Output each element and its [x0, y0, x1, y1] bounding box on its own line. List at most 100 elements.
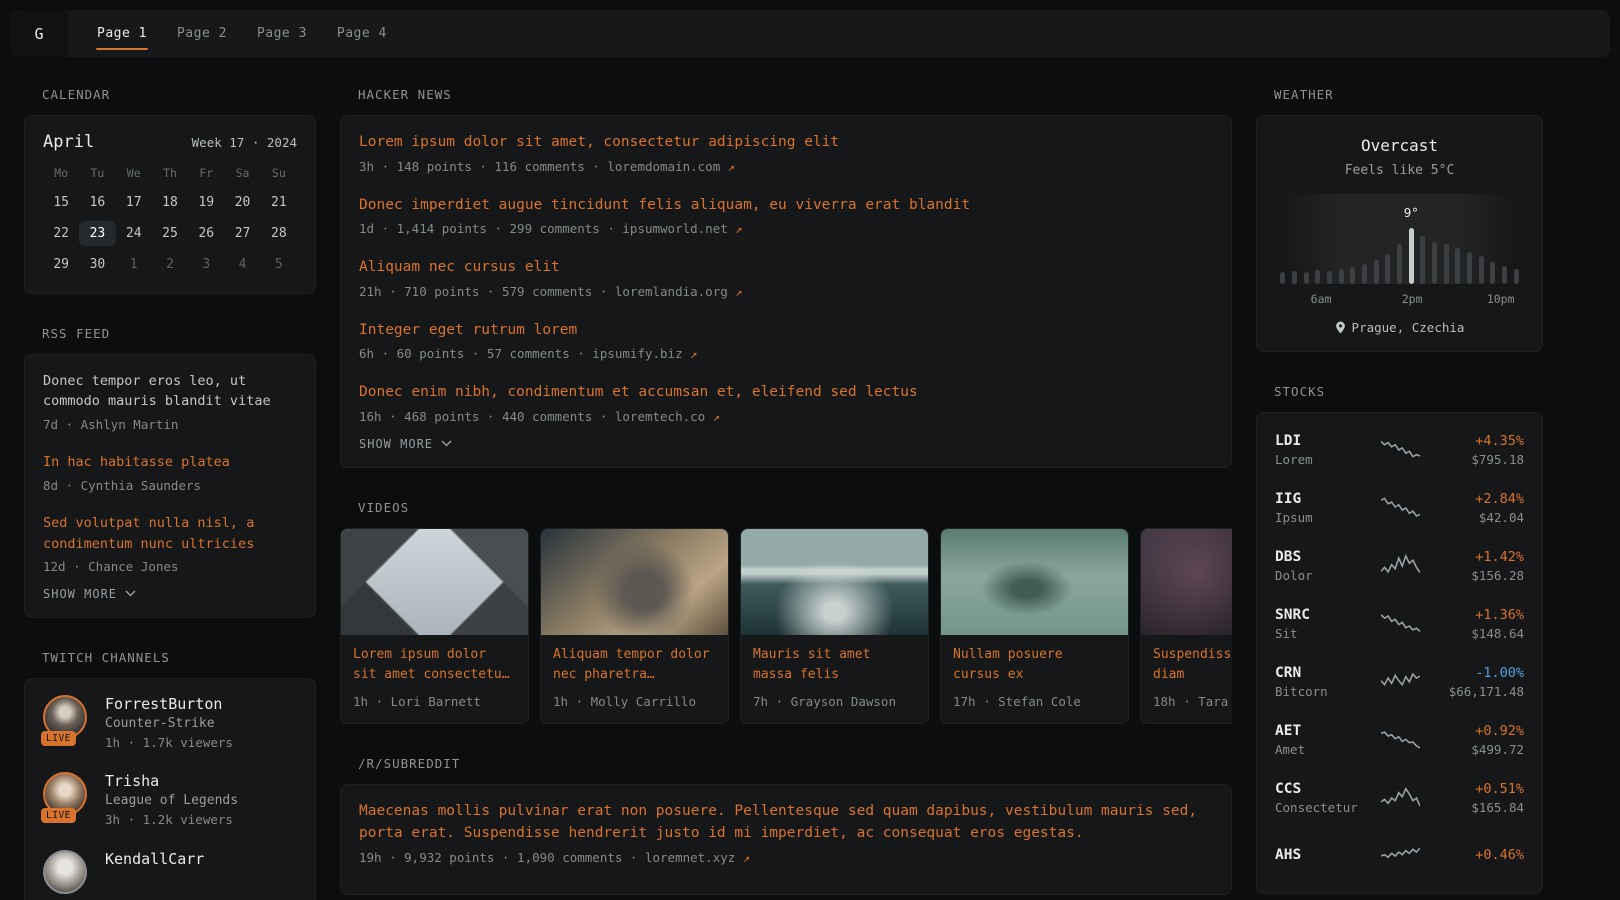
- rss-card: Donec tempor eros leo, ut commodo mauris…: [24, 354, 316, 618]
- calendar-day-today: 23: [79, 221, 115, 246]
- video-title[interactable]: Suspendisse volutpat diam: [1153, 645, 1232, 685]
- video-thumbnail[interactable]: [741, 529, 928, 635]
- weather-hour-column: [1499, 266, 1511, 284]
- calendar-day: 21: [261, 190, 297, 215]
- channel-meta: 3h · 1.2k viewers: [105, 811, 238, 830]
- calendar-weekday: Th: [152, 166, 188, 184]
- app-logo[interactable]: G: [10, 10, 68, 57]
- rss-item: Sed volutpat nulla nisl, a condimentum n…: [43, 513, 297, 576]
- stock-row[interactable]: AHS +0.46%: [1273, 827, 1526, 885]
- tab-page-4[interactable]: Page 4: [322, 10, 402, 57]
- calendar-day: 3: [188, 252, 224, 277]
- weather-bar: [1455, 248, 1460, 284]
- calendar-day: 17: [116, 190, 152, 215]
- video-meta: 1h · Lori Barnett: [353, 693, 516, 712]
- video-thumbnail[interactable]: [541, 529, 728, 635]
- hn-item: Donec imperdiet augue tincidunt felis al…: [359, 195, 1213, 240]
- calendar-header: April Week 17 · 2024: [43, 132, 297, 152]
- stock-ticker: DBS: [1275, 549, 1369, 565]
- video-card[interactable]: Aliquam tempor dolor nec pharetra… 1h · …: [540, 528, 729, 725]
- stock-row[interactable]: IIG Ipsum +2.84% $42.04: [1273, 479, 1526, 537]
- video-thumbnail[interactable]: [941, 529, 1128, 635]
- twitch-channel[interactable]: LIVE Trisha League of Legends 3h · 1.2k …: [43, 772, 297, 830]
- stock-row[interactable]: CRN Bitcorn -1.00% $66,171.48: [1273, 653, 1526, 711]
- left-column: CALENDAR April Week 17 · 2024 MoTuWeThFr…: [24, 87, 316, 900]
- calendar-day: 16: [79, 190, 115, 215]
- rss-show-more-button[interactable]: SHOW MORE: [43, 587, 136, 601]
- stock-name: Amet: [1275, 742, 1369, 757]
- stock-name: Sit: [1275, 626, 1369, 641]
- hn-item-title[interactable]: Donec enim nibh, condimentum et accumsan…: [359, 382, 1213, 404]
- chevron-down-icon: [125, 590, 136, 597]
- avatar: LIVE: [43, 772, 91, 820]
- stock-change: -1.00%: [1432, 665, 1524, 681]
- video-card[interactable]: Mauris sit amet massa felis 7h · Grayson…: [740, 528, 929, 725]
- subreddit-item: Maecenas mollis pulvinar erat non posuer…: [359, 801, 1213, 867]
- video-title[interactable]: Aliquam tempor dolor nec pharetra…: [553, 645, 716, 685]
- weather-bar: [1292, 271, 1297, 284]
- rss-item-title[interactable]: In hac habitasse platea: [43, 452, 297, 472]
- hn-item-title[interactable]: Donec imperdiet augue tincidunt felis al…: [359, 195, 1213, 217]
- calendar-day: 1: [116, 252, 152, 277]
- video-card[interactable]: Lorem ipsum dolor sit amet consectetu… 1…: [340, 528, 529, 725]
- rss-item-title[interactable]: Donec tempor eros leo, ut commodo mauris…: [43, 371, 297, 412]
- video-card[interactable]: Suspendisse volutpat diam 18h · Tara: [1140, 528, 1232, 725]
- weather-card: Overcast Feels like 5°C 9° 6am2pm10pm Pr…: [1256, 115, 1543, 352]
- stock-sparkline: [1381, 665, 1420, 699]
- weather-bar: [1409, 228, 1414, 284]
- weather-bar: [1432, 242, 1437, 284]
- stock-row[interactable]: SNRC Sit +1.36% $148.64: [1273, 595, 1526, 653]
- hn-show-more-button[interactable]: SHOW MORE: [359, 437, 452, 451]
- video-meta: 18h · Tara: [1153, 693, 1232, 712]
- calendar-month: April: [43, 132, 94, 152]
- rss-widget: RSS FEED Donec tempor eros leo, ut commo…: [24, 326, 316, 618]
- weather-hour-column: [1429, 242, 1441, 284]
- weather-hour-column: [1487, 262, 1499, 284]
- calendar-weekday: Sa: [224, 166, 260, 184]
- stock-sparkline: [1381, 549, 1420, 583]
- hn-item-meta: 1d · 1,414 points · 299 comments · ipsum…: [359, 220, 1213, 239]
- calendar-grid: MoTuWeThFrSaSu15161718192021222324252627…: [43, 166, 297, 277]
- tab-page-1[interactable]: Page 1: [82, 10, 162, 57]
- calendar-day: 4: [224, 252, 260, 277]
- weather-time-label: 2pm: [1402, 292, 1423, 306]
- stock-row[interactable]: DBS Dolor +1.42% $156.28: [1273, 537, 1526, 595]
- stock-name: Consectetur: [1275, 800, 1369, 815]
- stock-ticker: IIG: [1275, 491, 1369, 507]
- hackernews-widget: HACKER NEWS Lorem ipsum dolor sit amet, …: [340, 87, 1232, 468]
- stock-change: +1.42%: [1432, 549, 1524, 565]
- hn-item-title[interactable]: Lorem ipsum dolor sit amet, consectetur …: [359, 132, 1213, 154]
- video-thumbnail[interactable]: [1141, 529, 1232, 635]
- weather-bar: [1397, 244, 1402, 284]
- channel-name[interactable]: Trisha: [105, 772, 238, 790]
- tab-page-3[interactable]: Page 3: [242, 10, 322, 57]
- stock-row[interactable]: LDI Lorem +4.35% $795.18: [1273, 421, 1526, 479]
- weather-bar: [1479, 256, 1484, 284]
- channel-name[interactable]: KendallCarr: [105, 850, 204, 868]
- weather-hour-column: [1475, 256, 1487, 284]
- channel-name[interactable]: ForrestBurton: [105, 695, 233, 713]
- video-card[interactable]: Nullam posuere cursus ex 17h · Stefan Co…: [940, 528, 1129, 725]
- stock-row[interactable]: CCS Consectetur +0.51% $165.84: [1273, 769, 1526, 827]
- calendar-day: 28: [261, 221, 297, 246]
- external-link-icon: ↗: [735, 222, 742, 236]
- twitch-channel[interactable]: LIVE ForrestBurton Counter-Strike 1h · 1…: [43, 695, 297, 753]
- video-title[interactable]: Mauris sit amet massa felis: [753, 645, 916, 685]
- twitch-channel[interactable]: KendallCarr: [43, 850, 297, 898]
- stocks-widget: STOCKS LDI Lorem +4.35% $795.18 IIG: [1256, 384, 1543, 894]
- hn-item-title[interactable]: Aliquam nec cursus elit: [359, 257, 1213, 279]
- hn-show-more-label: SHOW MORE: [359, 437, 433, 451]
- video-title[interactable]: Lorem ipsum dolor sit amet consectetu…: [353, 645, 516, 685]
- video-title[interactable]: Nullam posuere cursus ex: [953, 645, 1116, 685]
- rss-item-title[interactable]: Sed volutpat nulla nisl, a condimentum n…: [43, 513, 297, 554]
- calendar-weekday: Tu: [79, 166, 115, 184]
- hn-item: Donec enim nibh, condimentum et accumsan…: [359, 382, 1213, 427]
- calendar-section-title: CALENDAR: [42, 87, 316, 102]
- tab-page-2[interactable]: Page 2: [162, 10, 242, 57]
- video-thumbnail[interactable]: [341, 529, 528, 635]
- subreddit-item-title[interactable]: Maecenas mollis pulvinar erat non posuer…: [359, 801, 1213, 845]
- weather-bar: [1514, 269, 1519, 284]
- stock-row[interactable]: AET Amet +0.92% $499.72: [1273, 711, 1526, 769]
- hn-item-title[interactable]: Integer eget rutrum lorem: [359, 320, 1213, 342]
- external-link-icon: ↗: [735, 285, 742, 299]
